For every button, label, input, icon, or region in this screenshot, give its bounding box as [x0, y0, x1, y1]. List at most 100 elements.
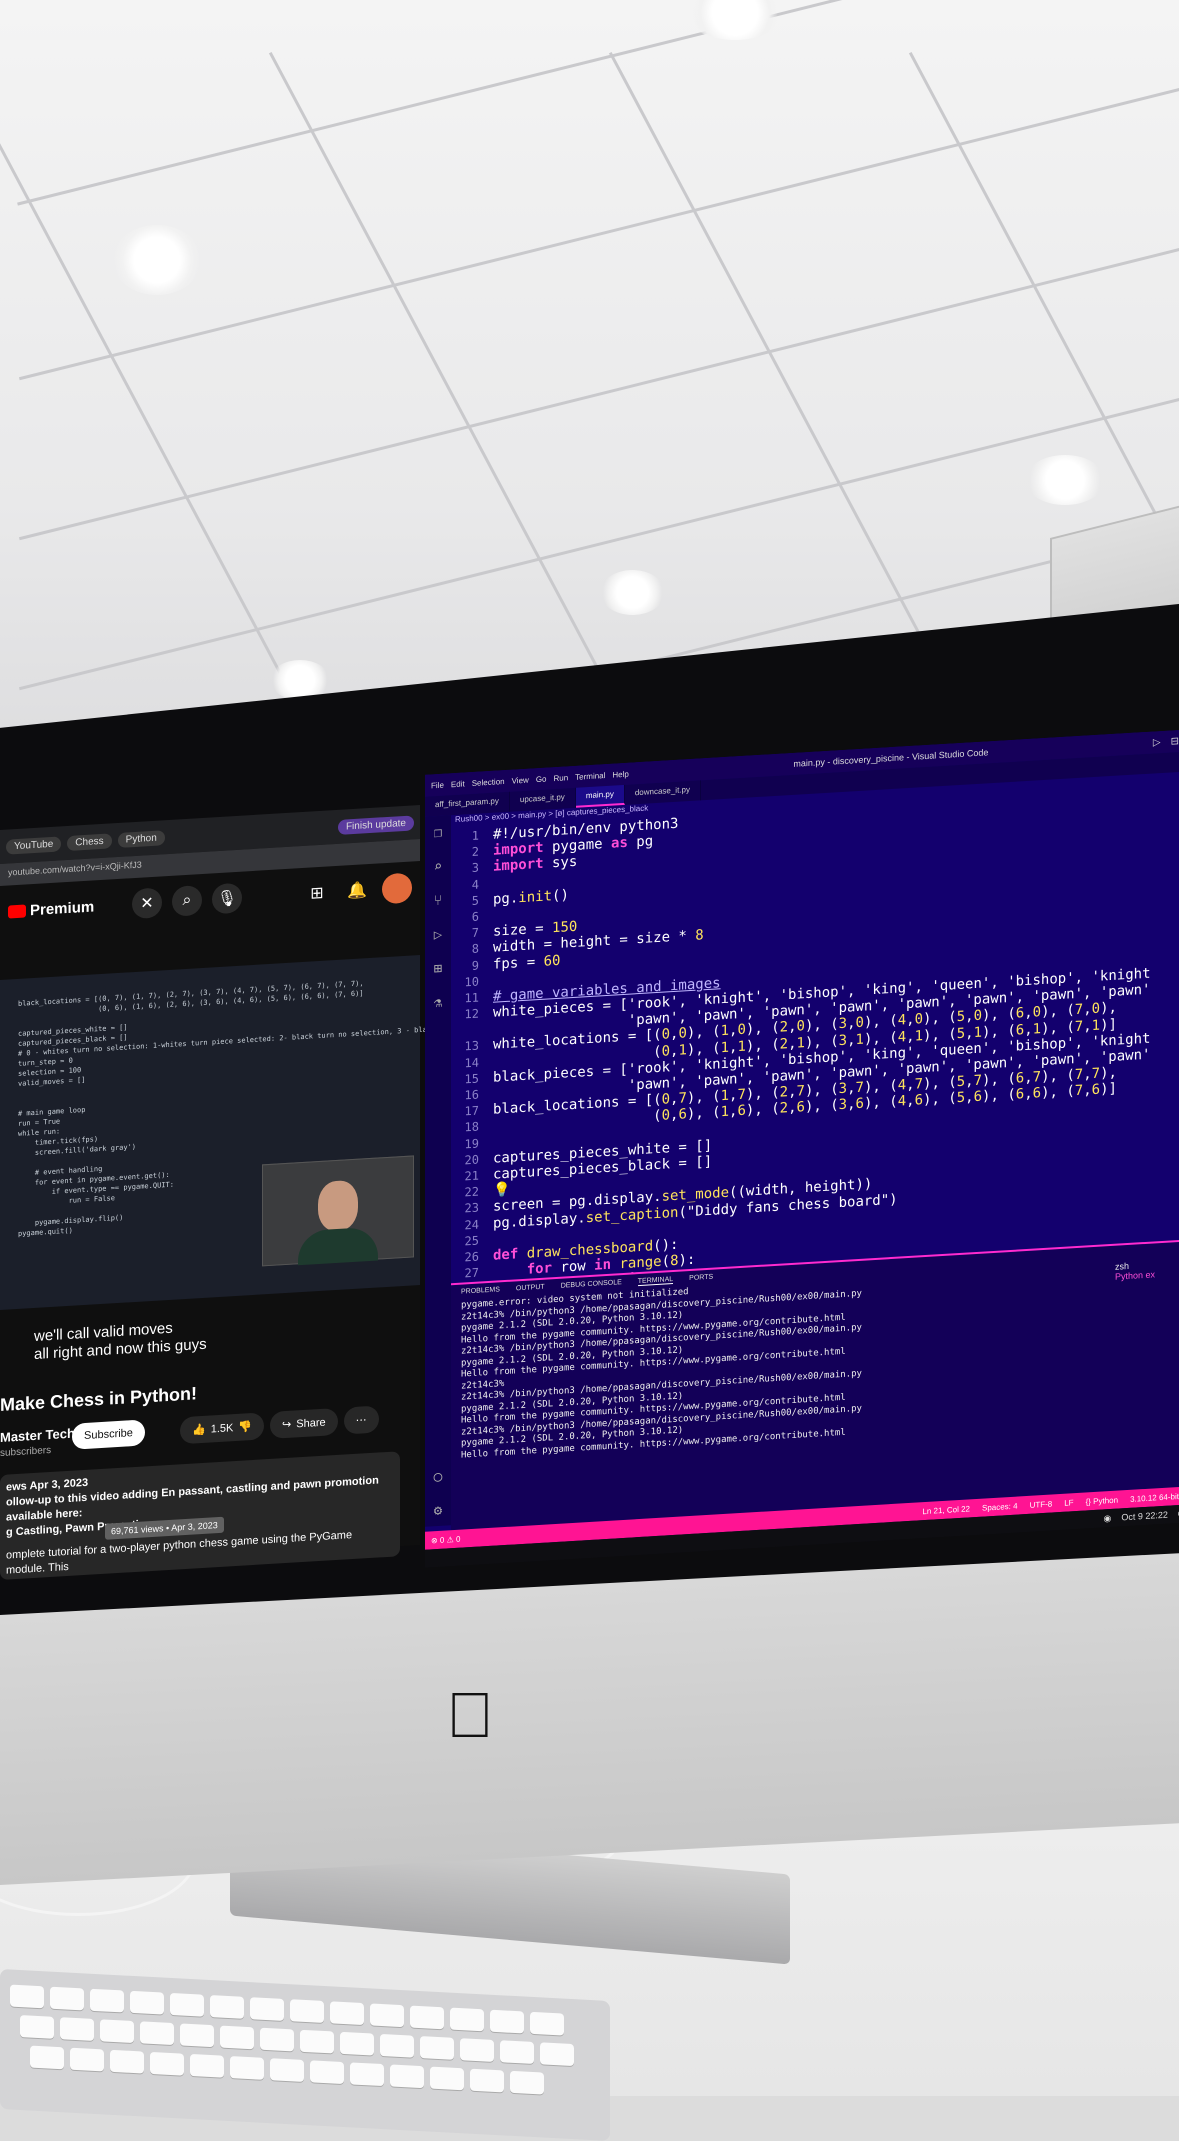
menu-item[interactable]: Terminal — [575, 771, 605, 782]
language-mode[interactable]: {} Python — [1086, 1495, 1118, 1506]
presenter-shirt — [298, 1226, 378, 1266]
line-number: 17 — [464, 1103, 479, 1119]
ceiling-light — [600, 570, 665, 615]
menu-item[interactable]: Go — [536, 774, 547, 784]
line-number: 1 — [471, 828, 479, 843]
share-button[interactable]: ↪ Share — [270, 1407, 338, 1439]
line-number: 25 — [464, 1233, 479, 1249]
share-icon: ↪ — [282, 1418, 292, 1432]
line-number: 20 — [464, 1152, 479, 1168]
notifications-bell-icon[interactable]: 🔔 — [342, 875, 372, 907]
extensions-icon[interactable]: ⊞ — [425, 951, 451, 987]
browser-tab[interactable]: Python — [117, 829, 165, 848]
menu-item[interactable]: File — [431, 780, 444, 790]
panel-tab[interactable]: TERMINAL — [637, 1276, 674, 1287]
testing-icon[interactable]: ⚗ — [425, 985, 451, 1021]
line-number: 7 — [471, 925, 479, 941]
microphone-icon[interactable]: 🎙 — [212, 882, 242, 915]
ceiling-light — [112, 225, 202, 295]
terminal-list: zsh Python ex — [1115, 1258, 1179, 1282]
activity-bar: ❐ ⌕ ⑂ ▷ ⊞ ⚗ ◯ ⚙ — [425, 815, 451, 1527]
finish-update-button[interactable]: Finish update — [337, 814, 414, 835]
menu-item[interactable]: Edit — [451, 779, 465, 789]
line-number: 21 — [464, 1168, 479, 1184]
subscribe-button[interactable]: Subscribe — [72, 1419, 145, 1450]
problems-count[interactable]: ⊗ 0 ⚠ 0 — [431, 1534, 460, 1545]
ceiling-light — [1025, 455, 1105, 505]
line-number: 23 — [464, 1200, 479, 1216]
explorer-icon[interactable]: ❐ — [425, 815, 451, 851]
vscode-window: File Edit Selection View Go Run Terminal Help m… — [425, 729, 1179, 1565]
line-ending[interactable]: LF — [1064, 1498, 1073, 1508]
settings-gear-icon[interactable]: ⚙ — [425, 1493, 451, 1529]
youtube-logo[interactable]: Premium — [8, 898, 94, 920]
channel-name[interactable]: Master Tech — [0, 1426, 75, 1445]
line-number: 11 — [464, 990, 479, 1006]
screen: YouTube Chess Python Finish update youtu… — [0, 729, 1179, 1600]
menu-item[interactable]: Run — [553, 773, 568, 783]
line-number: 4 — [471, 877, 479, 892]
code-editor[interactable]: 1 #!/usr/bin/env python3 2 import pygame as… — [451, 786, 1179, 1297]
panel-tab[interactable]: OUTPUT — [516, 1284, 545, 1294]
panel-tab[interactable]: PROBLEMS — [461, 1286, 500, 1296]
search-icon[interactable]: ⌕ — [425, 849, 451, 885]
line-number: 15 — [464, 1071, 479, 1087]
video-player[interactable]: black_locations = [(0, 7), (1, 7), (2, 7… — [0, 955, 520, 1310]
bottom-panel: PROBLEMS OUTPUT DEBUG CONSOLE TERMINAL PORTS… — [451, 1239, 1179, 1531]
line-number: 19 — [464, 1136, 479, 1151]
menu-item[interactable]: Selection — [472, 777, 505, 788]
menu-item[interactable]: Help — [612, 769, 628, 779]
line-number: 3 — [471, 860, 479, 876]
run-debug-icon[interactable]: ▷ — [425, 917, 451, 953]
create-icon[interactable]: ⊞ — [302, 877, 332, 909]
presenter-face — [318, 1179, 358, 1233]
search-icon[interactable]: ⌕ — [172, 884, 202, 917]
line-number: 12 — [464, 1006, 479, 1022]
line-number: 24 — [464, 1217, 479, 1232]
source-control-icon[interactable]: ⑂ — [425, 883, 451, 919]
video-actions: 👍 1.5K 👎 ↪ Share ⋯ — [180, 1405, 379, 1445]
cursor-position[interactable]: Ln 21, Col 22 — [922, 1504, 970, 1516]
line-number: 13 — [464, 1038, 479, 1054]
line-number: 8 — [471, 941, 479, 957]
line-number: 10 — [464, 974, 479, 990]
line-number: 2 — [471, 844, 479, 860]
close-search-icon[interactable]: ✕ — [132, 887, 162, 920]
video-title: Make Chess in Python! — [0, 1383, 198, 1415]
video-description[interactable]: ews Apr 3, 2023 ollow-up to this video a… — [0, 1451, 400, 1580]
wifi-icon[interactable]: ◉ — [1103, 1512, 1111, 1523]
line-number: 14 — [464, 1055, 479, 1071]
line-number: 16 — [464, 1087, 479, 1103]
indentation[interactable]: Spaces: 4 — [982, 1501, 1018, 1512]
avatar[interactable] — [382, 872, 412, 905]
more-options-button[interactable]: ⋯ — [343, 1405, 379, 1435]
run-icon[interactable]: ▷ — [1153, 737, 1161, 748]
split-editor-icon[interactable]: ⊟ — [1171, 735, 1179, 746]
panel-tab[interactable]: PORTS — [689, 1274, 713, 1283]
browser-tab[interactable]: YouTube — [6, 835, 62, 855]
line-number: 27 — [464, 1265, 479, 1281]
python-interpreter[interactable]: 3.10.12 64-bit — [1130, 1491, 1179, 1503]
line-number: 26 — [464, 1249, 479, 1265]
browser-tab[interactable]: Chess — [67, 832, 112, 851]
panel-tab[interactable]: DEBUG CONSOLE — [561, 1279, 622, 1291]
code-text: 💡 — [493, 1181, 511, 1199]
youtube-logo-text: Premium — [30, 897, 95, 919]
youtube-play-icon — [8, 903, 26, 919]
line-number: 22 — [464, 1184, 479, 1200]
webcam-overlay — [262, 1155, 414, 1267]
line-number: 9 — [471, 958, 479, 973]
encoding[interactable]: UTF-8 — [1030, 1499, 1053, 1509]
thumbs-down-icon[interactable]: 👎 — [238, 1420, 252, 1434]
thumbs-up-icon: 👍 — [192, 1423, 206, 1437]
like-count: 1.5K — [210, 1421, 234, 1435]
subscriber-count: subscribers — [0, 1444, 52, 1459]
system-clock[interactable]: Oct 9 22:22 — [1121, 1510, 1168, 1523]
menu-item[interactable]: View — [512, 775, 529, 785]
account-icon[interactable]: ◯ — [425, 1459, 451, 1495]
line-number: 18 — [464, 1119, 479, 1135]
line-number: 5 — [471, 893, 479, 908]
video-caption: we'll call valid moves all right and now… — [34, 1318, 207, 1364]
like-button[interactable]: 👍 1.5K 👎 — [180, 1412, 265, 1445]
share-label: Share — [296, 1416, 326, 1430]
